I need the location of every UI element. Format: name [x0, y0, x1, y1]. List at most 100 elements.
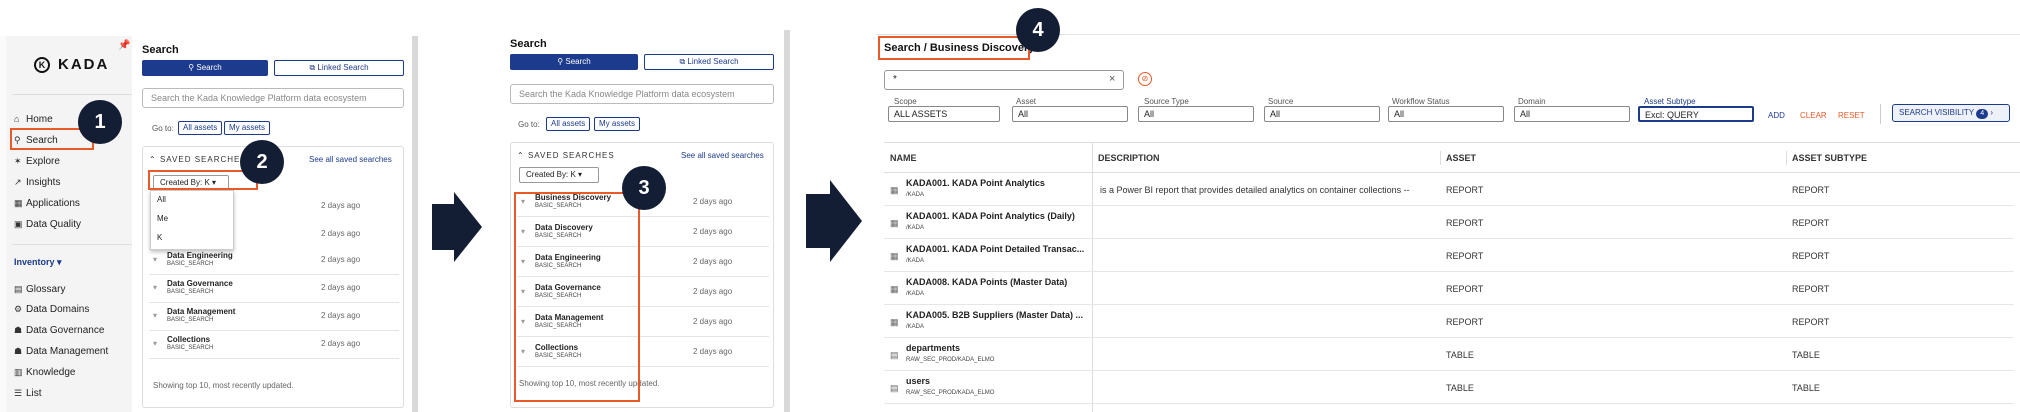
- nav-knowledge[interactable]: ▥ Knowledge: [14, 363, 75, 381]
- row-name[interactable]: KADA005. B2B Suppliers (Master Data) ...: [906, 310, 1083, 320]
- table-row[interactable]: ▦ KADA001. KADA Point Analytics/KADA is a …: [884, 173, 2014, 206]
- domain-select[interactable]: All: [1514, 106, 1630, 122]
- linked-search-button[interactable]: ⧉ Linked Search: [644, 54, 774, 70]
- row-name[interactable]: users: [906, 376, 930, 386]
- flow-arrow-1: [432, 192, 484, 262]
- row-subtype: TABLE: [1792, 383, 1820, 393]
- nav-data-quality[interactable]: ▣ Data Quality: [14, 215, 81, 233]
- results-table: NAME DESCRIPTION ASSET ASSET SUBTYPE ▦ KA…: [884, 142, 2020, 412]
- search-button[interactable]: ⚲ Search: [510, 54, 638, 70]
- source-select[interactable]: All: [1264, 106, 1380, 122]
- dropdown-option[interactable]: Me: [157, 214, 168, 223]
- pin-icon[interactable]: 📌: [118, 40, 130, 51]
- scrollbar[interactable]: [784, 30, 790, 412]
- insights-icon: ↗: [14, 177, 22, 187]
- row-asset: REPORT: [1446, 218, 1484, 228]
- row-name[interactable]: KADA008. KADA Points (Master Data): [906, 277, 1067, 287]
- nav-data-governance[interactable]: ☗ Data Governance: [14, 321, 104, 339]
- see-all-link[interactable]: See all saved searches: [309, 155, 392, 164]
- sidebar: K KADA 📌 ⌂ Home ⚲ Search ✶ Explore ↗ Insights…: [6, 36, 132, 412]
- list-icon: ☰: [14, 388, 23, 398]
- saved-item-date: 2 days ago: [321, 255, 361, 264]
- table-icon: ▤: [890, 350, 899, 360]
- saved-item-name[interactable]: Collections: [167, 335, 210, 344]
- page-title: Search: [510, 38, 547, 50]
- row-path: /KADA: [906, 258, 925, 264]
- knowledge-icon: ▥: [14, 367, 23, 377]
- table-row[interactable]: ▦ KADA001. KADA Point Detailed Transac...…: [884, 239, 2014, 272]
- report-icon: ▦: [890, 218, 899, 228]
- data-quality-icon: ▣: [14, 219, 23, 229]
- query-value: *: [893, 74, 897, 85]
- row-name[interactable]: KADA001. KADA Point Detailed Transac...: [906, 244, 1084, 254]
- filter-off-icon[interactable]: ⊘: [1138, 72, 1152, 86]
- nav-applications[interactable]: ▦ Applications: [14, 194, 80, 212]
- table-row[interactable]: ▦ KADA005. B2B Suppliers (Master Data) ..…: [884, 305, 2014, 338]
- saved-item-sub: BASIC_SEARCH: [167, 317, 214, 323]
- nav-list[interactable]: ☰ List: [14, 384, 42, 402]
- workflow-status-select[interactable]: All: [1388, 106, 1504, 122]
- clear-icon[interactable]: ×: [1109, 73, 1115, 85]
- saved-item-name[interactable]: Data Management: [167, 307, 235, 316]
- page-title: Search: [142, 44, 179, 56]
- search-button[interactable]: ⚲ Search: [142, 60, 268, 76]
- my-assets-chip[interactable]: My assets: [224, 121, 271, 135]
- table-row[interactable]: ▦ KADA008. KADA Points (Master Data) /KADA…: [884, 272, 2014, 305]
- add-filter-button[interactable]: ADD: [1768, 111, 1785, 120]
- column-header-description[interactable]: DESCRIPTION: [1098, 153, 1160, 163]
- nav-data-domains[interactable]: ⚙ Data Domains: [14, 300, 89, 318]
- saved-item-name[interactable]: Data Governance: [167, 279, 233, 288]
- saved-item-sub: BASIC_SEARCH: [167, 289, 214, 295]
- see-all-link[interactable]: See all saved searches: [681, 151, 764, 160]
- search-main: Search ⚲ Search ⧉ Linked Search Search t…: [132, 36, 412, 412]
- saved-item-date: 2 days ago: [321, 283, 361, 292]
- scrollbar[interactable]: [412, 36, 418, 412]
- my-assets-chip[interactable]: My assets: [594, 117, 641, 131]
- row-name[interactable]: departments: [906, 343, 960, 353]
- row-subtype: REPORT: [1792, 284, 1830, 294]
- highlight-created-by: [148, 170, 258, 190]
- saved-item-name[interactable]: Data Engineering: [167, 251, 233, 260]
- row-name[interactable]: KADA001. KADA Point Analytics (Daily): [906, 211, 1075, 221]
- clear-filters-button[interactable]: CLEAR: [1800, 111, 1827, 120]
- nav-glossary[interactable]: ▤ Glossary: [14, 280, 65, 298]
- table-row[interactable]: ▦ KADA001. KADA Point Analytics (Daily) /K…: [884, 206, 2014, 239]
- created-by-select[interactable]: Created By: K ▾: [519, 167, 599, 183]
- data-governance-icon: ☗: [14, 325, 23, 335]
- saved-item-date: 2 days ago: [693, 227, 733, 236]
- kada-logo-icon: K: [34, 57, 50, 74]
- column-header-asset[interactable]: ASSET: [1446, 153, 1476, 163]
- reset-filters-button[interactable]: RESET: [1838, 111, 1865, 120]
- linked-search-button[interactable]: ⧉ Linked Search: [274, 60, 404, 76]
- search-input[interactable]: Search the Kada Knowledge Platform data …: [142, 88, 404, 108]
- nav-explore[interactable]: ✶ Explore: [14, 152, 60, 170]
- all-assets-chip[interactable]: All assets: [546, 117, 591, 131]
- table-row[interactable]: ▤ users RAW_SEC_PROD/KADA_ELMO TABLE TABLE: [884, 371, 2014, 404]
- table-row[interactable]: ▤ departments RAW_SEC_PROD/KADA_ELMO TABLE T…: [884, 338, 2014, 371]
- source-type-select[interactable]: All: [1138, 106, 1254, 122]
- asset-subtype-select[interactable]: Excl: QUERY: [1638, 106, 1754, 122]
- dropdown-option[interactable]: K: [157, 233, 162, 242]
- column-header-name[interactable]: NAME: [890, 153, 917, 163]
- highlight-title: [878, 36, 1030, 60]
- filter-label: Asset Subtype: [1644, 97, 1696, 106]
- row-name[interactable]: KADA001. KADA Point Analytics: [906, 178, 1045, 188]
- search-visibility-button[interactable]: SEARCH VISIBILITY 4 ›: [1892, 104, 2010, 122]
- query-input[interactable]: * ×: [884, 70, 1124, 90]
- column-header-asset-subtype[interactable]: ASSET SUBTYPE: [1792, 153, 1867, 163]
- scope-select[interactable]: ALL ASSETS: [888, 106, 1000, 122]
- nav-insights[interactable]: ↗ Insights: [14, 173, 60, 191]
- nav-data-management[interactable]: ☗ Data Management: [14, 342, 108, 360]
- inventory-header[interactable]: Inventory ▾: [14, 257, 62, 268]
- report-icon: ▦: [890, 317, 899, 327]
- saved-item-date: 2 days ago: [321, 311, 361, 320]
- saved-searches-header[interactable]: ⌃ SAVED SEARCHES: [517, 151, 615, 160]
- row-asset: REPORT: [1446, 185, 1484, 195]
- saved-searches-header[interactable]: ⌃ SAVED SEARCHE: [149, 155, 240, 164]
- nav-home[interactable]: ⌂ Home: [14, 110, 53, 128]
- asset-select[interactable]: All: [1012, 106, 1128, 122]
- screenshot-panel-2: Search ⚲ Search ⧉ Linked Search Search t…: [500, 30, 790, 412]
- dropdown-option[interactable]: All: [157, 195, 166, 204]
- all-assets-chip[interactable]: All assets: [178, 121, 223, 135]
- search-input[interactable]: Search the Kada Knowledge Platform data …: [510, 84, 774, 104]
